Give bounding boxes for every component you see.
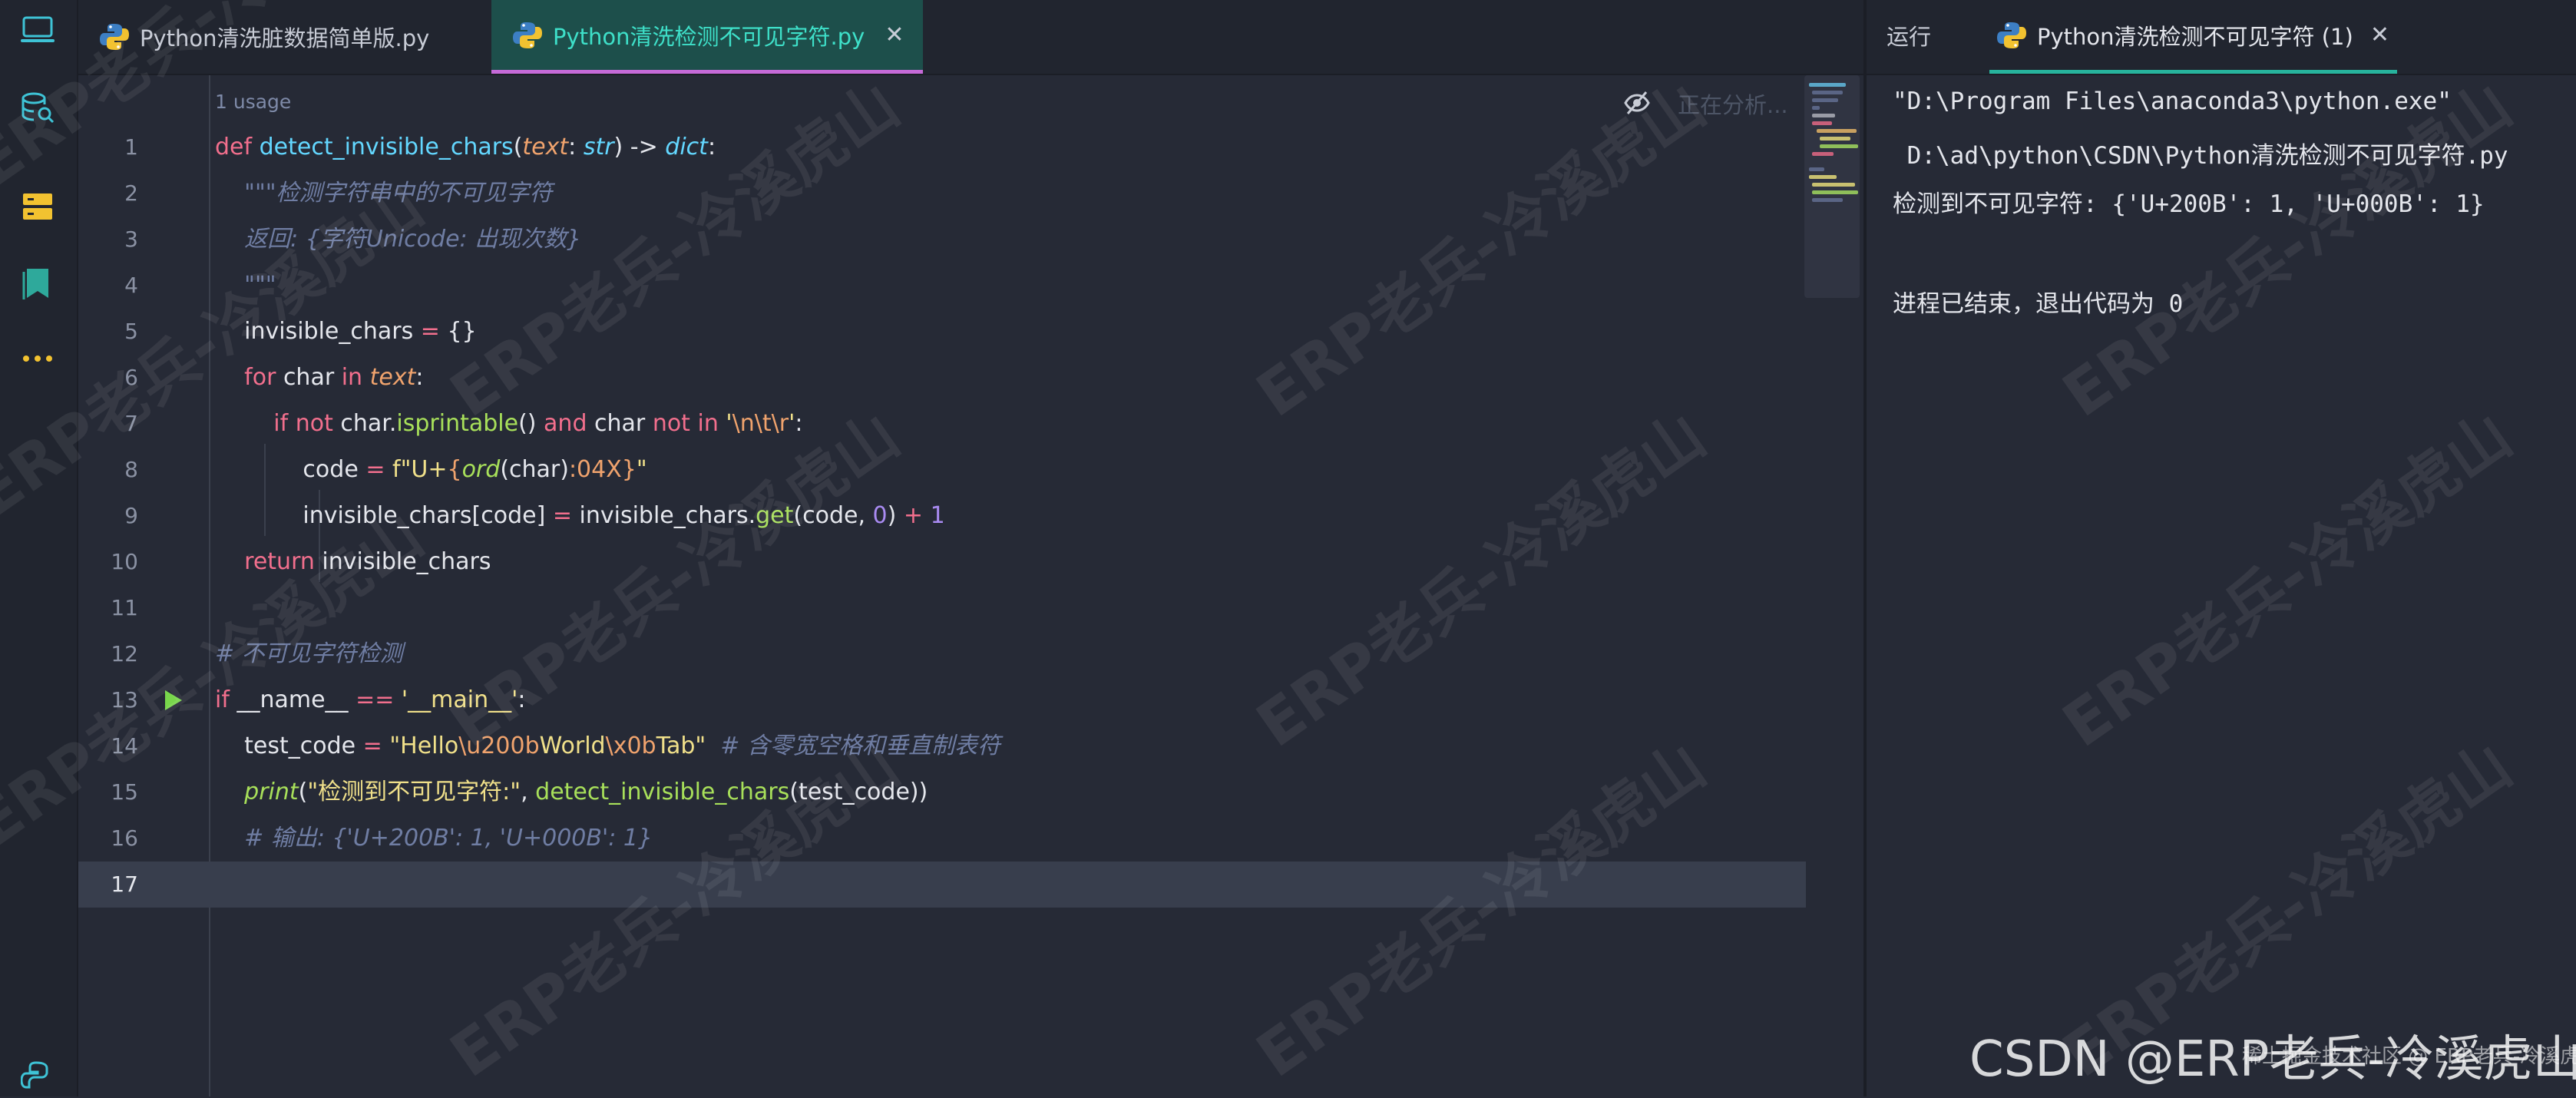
code-line-current: 17	[78, 862, 1806, 908]
code-line: 10 return invisible_chars	[78, 539, 1806, 585]
structure-icon[interactable]	[17, 186, 58, 227]
console-line: D:\ad\python\CSDN\Python清洗检测不可见字符.py	[1893, 142, 2508, 170]
code-text: """检测字符串中的不可见字符	[215, 180, 553, 207]
code-line: 9 invisible_chars[code] = invisible_char…	[78, 493, 1806, 539]
code-text: # 不可见字符检测	[215, 640, 403, 667]
code-text: if __name__ == '__main__':	[215, 686, 526, 713]
line-number: 15	[111, 779, 138, 805]
code-line: 11	[78, 585, 1806, 631]
run-label[interactable]: 运行	[1887, 0, 1931, 74]
code-text: # 输出: {'U+200B': 1, 'U+000B': 1}	[215, 825, 653, 852]
python-file-icon	[513, 21, 542, 48]
line-number: 6	[124, 365, 138, 390]
code-text: return invisible_chars	[244, 548, 491, 575]
usage-hint[interactable]: 1 usage	[215, 91, 291, 113]
code-line: 5 invisible_chars = {}	[78, 309, 1806, 355]
code-text: invisible_chars[code] = invisible_chars.…	[215, 502, 945, 529]
analyzing-status: 正在分析...	[1678, 92, 1788, 118]
database-icon[interactable]	[17, 88, 58, 129]
bookmark-icon[interactable]	[17, 263, 58, 304]
tab-invisible-chars[interactable]: Python清洗检测不可见字符.py ✕	[491, 0, 923, 74]
line-number: 9	[124, 503, 138, 528]
line-number: 1	[124, 134, 138, 160]
line-number: 3	[124, 227, 138, 252]
tab-label: Python清洗脏数据简单版.py	[140, 25, 430, 51]
activity-bar	[0, 0, 78, 1096]
run-main-icon[interactable]	[150, 677, 196, 723]
line-number: 5	[124, 319, 138, 344]
code-line: 13 if __name__ == '__main__':	[78, 677, 1806, 723]
code-line: 7 if not char.isprintable() and char not…	[78, 401, 1806, 447]
code-line: 6 for char in text:	[78, 355, 1806, 401]
code-line: 3 返回: {字符Unicode: 出现次数}	[78, 217, 1806, 263]
code-line: 14 test_code = "Hello\u200bWorld\x0bTab"…	[78, 723, 1806, 769]
python-file-icon	[1997, 21, 2026, 48]
code-line: 15 print("检测到不可见字符:", detect_invisible_c…	[78, 769, 1806, 815]
project-icon[interactable]	[17, 9, 58, 51]
line-number: 12	[111, 641, 138, 666]
console-line: 检测到不可见字符: {'U+200B': 1, 'U+000B': 1}	[1893, 190, 2485, 218]
more-tools-icon[interactable]	[17, 338, 58, 379]
editor-tab-bar: Python清洗脏数据简单版.py Python清洗检测不可见字符.py ✕	[78, 0, 1906, 75]
run-config-tab[interactable]: Python清洗检测不可见字符 (1) ✕	[1989, 0, 2397, 74]
code-text: invisible_chars = {}	[215, 318, 477, 345]
close-run-tab-icon[interactable]: ✕	[2370, 21, 2389, 48]
code-text: code = f"U+{ord(char):04X}"	[215, 456, 647, 483]
python-console-icon[interactable]	[17, 1057, 58, 1098]
code-line: 4 """	[78, 263, 1806, 309]
code-line: 2 """检测字符串中的不可见字符	[78, 170, 1806, 217]
code-line: 1 def detect_invisible_chars(text: str) …	[78, 124, 1806, 170]
console-line: "D:\Program Files\anaconda3\python.exe"	[1893, 88, 2452, 115]
code-text: print("检测到不可见字符:", detect_invisible_char…	[244, 779, 928, 805]
console-line: 进程已结束，退出代码为 0	[1893, 290, 2184, 318]
code-text: def detect_invisible_chars(text: str) ->…	[215, 134, 716, 160]
run-tab-label: Python清洗检测不可见字符 (1)	[2037, 23, 2353, 50]
line-number: 14	[111, 733, 138, 759]
line-number: 16	[111, 825, 138, 851]
juejin-credit: 稀土掘金技术社区 @ ERP老兵-冷溪虎山	[2242, 1045, 2576, 1068]
line-number: 13	[111, 687, 138, 713]
code-line: 8 code = f"U+{ord(char):04X}"	[78, 447, 1806, 493]
line-number: 2	[124, 180, 138, 206]
python-file-icon	[100, 24, 129, 50]
code-text: test_code = "Hello\u200bWorld\x0bTab" # …	[215, 733, 1000, 759]
code-text: if not char.isprintable() and char not i…	[273, 410, 803, 437]
line-number: 11	[111, 595, 138, 620]
line-number: 4	[124, 273, 138, 298]
code-editor[interactable]: 1 usage 正在分析... 1 def detect_invisible_c…	[78, 75, 1863, 1096]
tab-label: Python清洗检测不可见字符.py	[553, 23, 865, 50]
line-number: 10	[111, 549, 138, 574]
reader-mode-icon[interactable]	[1623, 89, 1651, 117]
line-number: 8	[124, 457, 138, 482]
run-tool-window-header: 运行 Python清洗检测不可见字符 (1) ✕	[1867, 0, 2576, 75]
code-text: for char in text:	[244, 364, 424, 391]
code-text: 返回: {字符Unicode: 出现次数}	[215, 226, 582, 253]
close-tab-icon[interactable]: ✕	[885, 21, 904, 48]
run-console[interactable]: "D:\Program Files\anaconda3\python.exe" …	[1867, 75, 2576, 1096]
code-line: 12 # 不可见字符检测	[78, 631, 1806, 677]
line-number: 17	[111, 871, 138, 897]
line-number: 7	[124, 411, 138, 436]
code-line: 16 # 输出: {'U+200B': 1, 'U+000B': 1}	[78, 815, 1806, 862]
minimap[interactable]	[1804, 75, 1860, 298]
code-text: """	[215, 272, 276, 299]
